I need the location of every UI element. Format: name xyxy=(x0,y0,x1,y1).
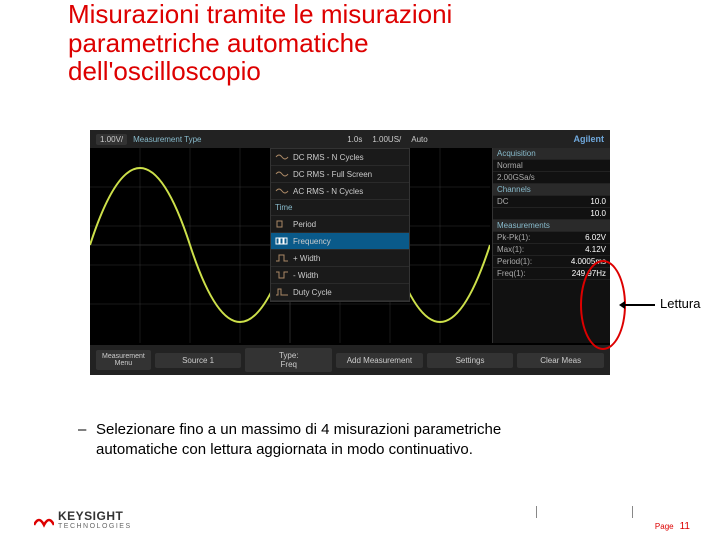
oscilloscope-screenshot: 1.00V/ Measurement Type 1.0s 1.00US/ Aut… xyxy=(90,130,610,390)
footer-logo: KEYSIGHT TECHNOLOGIES xyxy=(34,509,132,530)
clear-meas-button[interactable]: Clear Meas xyxy=(517,353,604,368)
brand-sub: TECHNOLOGIES xyxy=(58,523,132,530)
meas-type-label: Measurement Type xyxy=(133,135,201,144)
menu-item-dcrms-fs[interactable]: DC RMS - Full Screen xyxy=(271,166,409,183)
keysight-logo-icon xyxy=(34,511,54,529)
title-text-2: parametriche automatiche dell'oscillosco… xyxy=(68,28,369,87)
duty-icon xyxy=(275,287,289,297)
ch-header: Channels xyxy=(493,184,610,196)
footer-divider xyxy=(536,506,537,518)
bullet-text: Selezionare fino a un massimo di 4 misur… xyxy=(96,420,536,461)
ch1-scale: 1.00V/ xyxy=(96,134,127,145)
measurement-menu-dropdown: DC RMS - N Cycles DC RMS - Full Screen A… xyxy=(270,148,410,302)
ch-dc: DC10.0 xyxy=(493,196,610,208)
scope-screen: 1.00V/ Measurement Type 1.0s 1.00US/ Aut… xyxy=(90,130,610,375)
scope-side-panel: Acquisition Normal 2.00GSa/s Channels DC… xyxy=(492,148,610,343)
settings-button[interactable]: Settings xyxy=(427,353,514,368)
brand-name: KEYSIGHT xyxy=(58,509,132,523)
acq-rate: 2.00GSa/s xyxy=(493,172,610,184)
menu-group-time: Time xyxy=(271,200,409,216)
source-button[interactable]: Source 1 xyxy=(155,353,242,368)
bot-menu-label: Measurement Menu xyxy=(96,350,151,370)
page-label: Page xyxy=(655,522,674,531)
meas-header: Measurements xyxy=(493,220,610,232)
freq-icon xyxy=(275,236,289,246)
meas-freq: Freq(1):249.97Hz xyxy=(493,268,610,280)
page-number: Page 11 xyxy=(655,521,690,532)
wave-icon xyxy=(275,152,289,162)
wave-icon xyxy=(275,169,289,179)
meas-pkpk: Pk-Pk(1):6.02V xyxy=(493,232,610,244)
period-icon xyxy=(275,219,289,229)
annotation-label: Lettura xyxy=(660,296,700,311)
menu-item-nwidth[interactable]: - Width xyxy=(271,267,409,284)
brand-label: Agilent xyxy=(573,134,604,144)
footer-divider-2 xyxy=(632,506,633,518)
scope-top-bar: 1.00V/ Measurement Type 1.0s 1.00US/ Aut… xyxy=(90,130,610,148)
title-text-1: Misurazioni tramite le misurazioni xyxy=(68,0,452,29)
menu-item-duty[interactable]: Duty Cycle xyxy=(271,284,409,301)
add-meas-button[interactable]: Add Measurement xyxy=(336,353,423,368)
scope-bottom-bar: Measurement Menu Source 1 Type: Freq Add… xyxy=(90,345,610,375)
bullet-point: –Selezionare fino a un massimo di 4 misu… xyxy=(78,420,548,461)
acq-header: Acquisition xyxy=(493,148,610,160)
acq-mode: Normal xyxy=(493,160,610,172)
annotation-arrow xyxy=(625,304,655,306)
menu-item-acrms[interactable]: AC RMS - N Cycles xyxy=(271,183,409,200)
timebase-1: 1.0s xyxy=(347,135,362,144)
menu-item-pwidth[interactable]: + Width xyxy=(271,250,409,267)
ch-2: 10.0 xyxy=(493,208,610,220)
meas-max: Max(1):4.12V xyxy=(493,244,610,256)
menu-item-period[interactable]: Period xyxy=(271,216,409,233)
page-num: 11 xyxy=(680,521,690,532)
meas-period: Period(1):4.0005ms xyxy=(493,256,610,268)
menu-item-frequency[interactable]: Frequency xyxy=(271,233,409,250)
slide-title: Misurazioni tramite le misurazioni param… xyxy=(68,0,488,86)
pulse-up-icon xyxy=(275,253,289,263)
wave-icon xyxy=(275,186,289,196)
pulse-down-icon xyxy=(275,270,289,280)
bullet-dash: – xyxy=(78,420,96,440)
trigger-mode: Auto xyxy=(411,135,427,144)
menu-item-dcrms-n[interactable]: DC RMS - N Cycles xyxy=(271,149,409,166)
type-button[interactable]: Type: Freq xyxy=(245,348,332,372)
timebase-2: 1.00US/ xyxy=(372,135,401,144)
